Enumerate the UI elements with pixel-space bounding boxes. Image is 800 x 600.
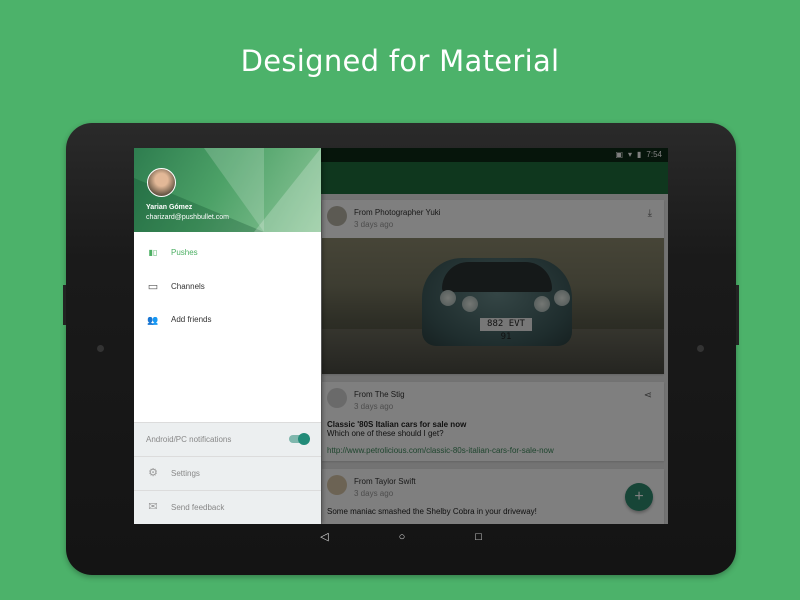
drawer-item-send-feedback[interactable]: ✉ Send feedback	[134, 490, 321, 524]
drawer-header: Yarian Gómez charizard@pushbullet.com	[134, 148, 321, 232]
drawer-item-channels[interactable]: ▭ Channels	[134, 272, 321, 302]
pushes-icon: ▮▯	[148, 248, 158, 257]
feedback-label: Send feedback	[171, 503, 225, 512]
recents-icon[interactable]: □	[475, 531, 482, 543]
system-navigation-bar: ◁ ○ □	[134, 524, 668, 549]
drawer-item-add-friends[interactable]: 👥 Add friends	[134, 305, 321, 335]
settings-label: Settings	[171, 469, 200, 478]
people-icon: 👥	[147, 315, 159, 325]
user-email: charizard@pushbullet.com	[146, 214, 229, 221]
toggle-knob	[298, 433, 310, 445]
user-name: Yarian Gómez	[146, 204, 193, 211]
drawer-item-pushes[interactable]: ▮▯ Pushes	[134, 238, 321, 268]
home-icon[interactable]: ○	[399, 531, 406, 543]
navigation-drawer: Yarian Gómez charizard@pushbullet.com ▮▯…	[134, 148, 321, 524]
drawer-item-settings[interactable]: ⚙ Settings	[134, 456, 321, 490]
avatar[interactable]	[147, 168, 176, 197]
back-icon[interactable]: ◁	[320, 530, 328, 543]
header-decoration	[254, 148, 321, 232]
notifications-toggle[interactable]	[289, 433, 310, 445]
tablet-side-button-left	[63, 285, 66, 325]
drawer-item-label: Add friends	[171, 315, 212, 324]
tv-icon: ▭	[147, 281, 159, 293]
notifications-toggle-row[interactable]: Android/PC notifications	[134, 422, 321, 456]
headline: Designed for Material	[240, 44, 560, 78]
mail-icon: ✉	[148, 501, 158, 513]
drawer-item-label: Pushes	[171, 248, 198, 257]
device-screen: ▣ ▾ ▮ 7:54 From Photographer Yuki 3 days…	[134, 148, 668, 524]
tablet-sensor-left	[97, 345, 104, 352]
tablet-side-button-right	[736, 285, 739, 345]
drawer-item-label: Channels	[171, 282, 205, 291]
notifications-label: Android/PC notifications	[146, 435, 232, 444]
tablet-sensor-right	[697, 345, 704, 352]
gear-icon: ⚙	[148, 467, 158, 479]
drawer-footer: Android/PC notifications ⚙ Settings ✉ Se…	[134, 422, 321, 524]
